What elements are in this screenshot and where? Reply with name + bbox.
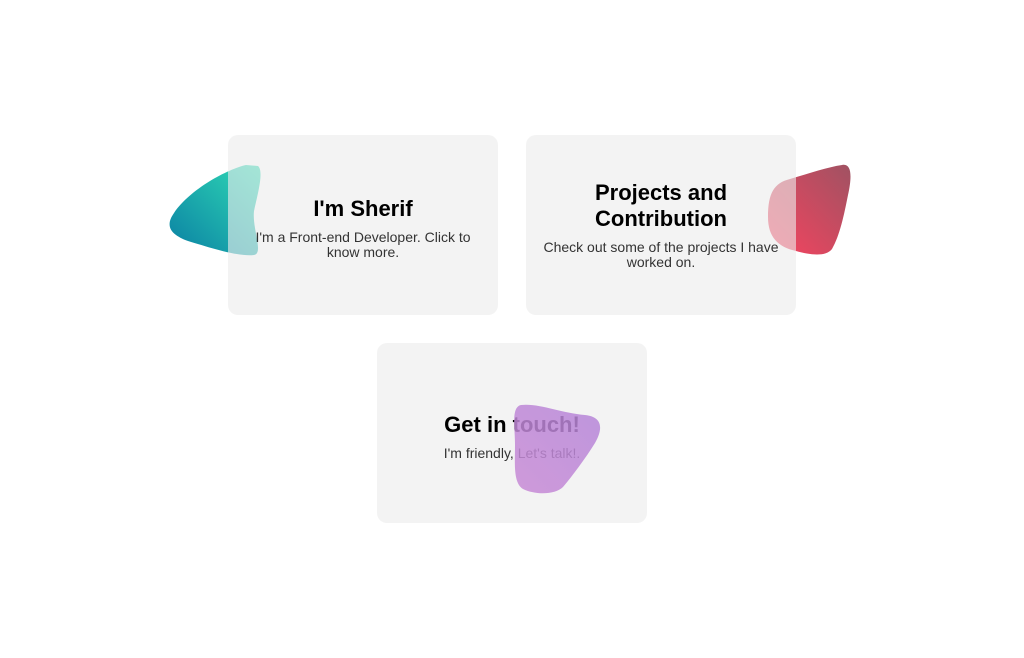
contact-card[interactable]: Get in touch! I'm friendly, Let's talk!. [377,343,647,523]
page: I'm Sherif I'm a Front-end Developer. Cl… [0,0,1024,658]
card-content: I'm Sherif I'm a Front-end Developer. Cl… [228,135,498,315]
card-description: Check out some of the projects I have wo… [543,239,779,270]
card-title: Projects and Contribution [594,180,728,231]
projects-card[interactable]: Projects and Contribution Check out some… [526,135,851,315]
card-title: I'm Sherif [313,196,413,221]
card-content: Projects and Contribution Check out some… [526,135,796,315]
about-card[interactable]: I'm Sherif I'm a Front-end Developer. Cl… [169,135,498,315]
purple-blob-decoration [514,404,601,494]
card-description: I'm a Front-end Developer. Click to know… [255,229,471,260]
